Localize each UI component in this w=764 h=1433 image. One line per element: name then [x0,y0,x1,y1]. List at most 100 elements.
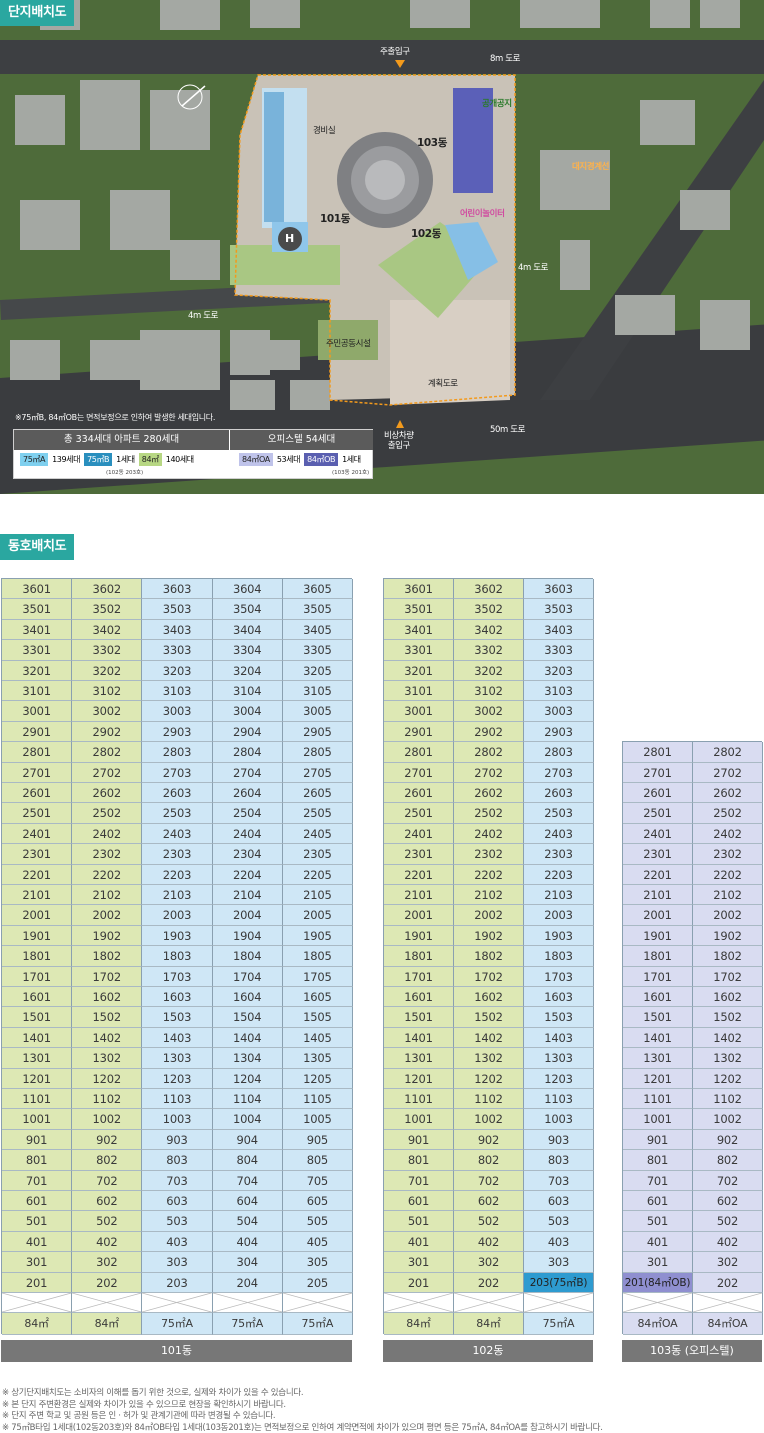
unit-cell: 2301 [384,844,454,865]
unit-cell: 3103 [524,681,594,702]
unit-cell: 3603 [142,579,213,600]
unit-cell: 1303 [524,1048,594,1069]
unit-cell: 1301 [623,1048,693,1069]
unit-cell: 3002 [454,701,524,722]
unit-cell: 3203 [524,660,594,681]
unit-cell: 602 [454,1191,524,1212]
unit-cell: 1002 [72,1109,143,1130]
unit-cell: 1601 [384,987,454,1008]
unit-cell: 2005 [282,905,353,926]
unit-layout-header: 동호배치도 [0,534,75,560]
pilotis-cell [71,1292,143,1313]
unit-cell: 2303 [524,844,594,865]
unit-type-cell: 84㎡ [72,1313,143,1335]
unit-cell: 1701 [623,966,693,987]
unit-cell: 3301 [384,640,454,661]
unit-cell: 403 [524,1231,594,1253]
unit-cell: 901 [2,1129,73,1151]
unit-cell: 3103 [142,681,213,702]
road-50m-label: 50m 도로 [490,425,526,435]
unit-cell: 2101 [2,885,73,906]
unit-cell: 1102 [693,1088,763,1110]
unit-cell: 1401 [2,1027,73,1049]
unit-cell: 902 [454,1129,524,1151]
unit-cell: 2404 [212,823,283,845]
unit-cell: 3403 [142,619,213,641]
unit-cell: 1201 [2,1068,73,1089]
unit-cell: 2601 [2,783,73,804]
unit-cell: 401 [2,1231,73,1253]
unit-cell: 602 [693,1190,763,1212]
unit-cell: 2601 [623,782,693,804]
apt-subnote: (102동 203호) [106,470,144,476]
unit-cell: 301 [384,1252,454,1273]
unit-cell: 2301 [623,844,693,865]
unit-cell: 2202 [454,864,524,885]
unit-cell: 2905 [282,721,353,743]
unit-cell: 1902 [693,925,763,947]
unit-cell: 2401 [2,823,73,845]
unit-cell: 1501 [384,1007,454,1028]
unit-cell: 1905 [282,925,353,947]
unit-cell: 1105 [282,1089,353,1110]
unit-cell: 3203 [142,660,213,681]
apt-summary-row: 75㎡A 139세대 75㎡B 1세대 84㎡ 140세대 [20,453,194,466]
unit-cell: 1302 [72,1048,143,1069]
building-101-label: 101동 [320,213,350,225]
unit-cell: 2302 [693,844,763,865]
unit-cell: 2405 [282,823,353,845]
unit-cell: 1602 [693,986,763,1008]
unit-type-cell: 84㎡ [2,1313,73,1335]
pilotis-cell [692,1292,763,1313]
unit-cell: 802 [72,1150,143,1171]
unit-cell: 302 [72,1252,143,1273]
unit-cell: 3305 [282,640,353,661]
unit-grid-building-1: 3601 3602 3603 3604 3605 3501 3502 3503 3504 3505… [1,578,353,1335]
unit-cell: 3505 [282,599,353,620]
unit-cell: 2503 [524,803,594,824]
unit-cell: 3304 [212,640,283,661]
unit-cell: 2602 [454,783,524,804]
unit-cell: 201 [2,1272,73,1293]
unit-cell: 2703 [524,762,594,783]
unit-cell: 1503 [142,1007,213,1028]
unit-cell: 1405 [282,1027,353,1049]
unit-cell: 3501 [2,599,73,620]
unit-cell: 3403 [524,619,594,641]
unit-cell: 3001 [2,701,73,722]
unit-cell: 1001 [384,1109,454,1130]
unit-cell: 1502 [454,1007,524,1028]
unit-cell: 2903 [524,721,594,743]
unit-cell: 2101 [623,884,693,906]
unit-cell: 505 [282,1211,353,1232]
unit-cell: 303 [524,1252,594,1273]
unit-cell: 401 [384,1231,454,1253]
unit-cell: 1702 [693,966,763,987]
unit-cell: 603 [142,1191,213,1212]
unit-cell: 305 [282,1252,353,1273]
road-4m-left-label: 4m 도로 [188,311,219,321]
chip-84oa: 84㎡OA [239,453,273,466]
unit-cell: 1902 [454,925,524,947]
unit-cell: 1703 [524,966,594,987]
unit-cell: 1205 [282,1068,353,1089]
unit-cell: 502 [72,1211,143,1232]
unit-cell: 1103 [142,1089,213,1110]
unit-cell: 804 [212,1150,283,1171]
chip-75b: 75㎡B [84,453,113,466]
unit-cell: 3603 [524,579,594,600]
unit-cell: 1803 [524,946,594,967]
unit-cell: 1102 [72,1089,143,1110]
unit-cell: 3503 [142,599,213,620]
unit-cell: 3101 [2,681,73,702]
unit-cell: 2304 [212,844,283,865]
unit-cell: 1702 [72,966,143,987]
unit-cell: 2603 [142,783,213,804]
unit-cell: 2002 [72,905,143,926]
unit-cell: 3302 [454,640,524,661]
unit-cell: 2604 [212,783,283,804]
off-summary-head: 오피스텔 54세대 [230,430,373,450]
unit-cell: 401 [623,1231,693,1253]
chip-75a: 75㎡A [20,453,49,466]
unit-cell: 2805 [282,742,353,763]
